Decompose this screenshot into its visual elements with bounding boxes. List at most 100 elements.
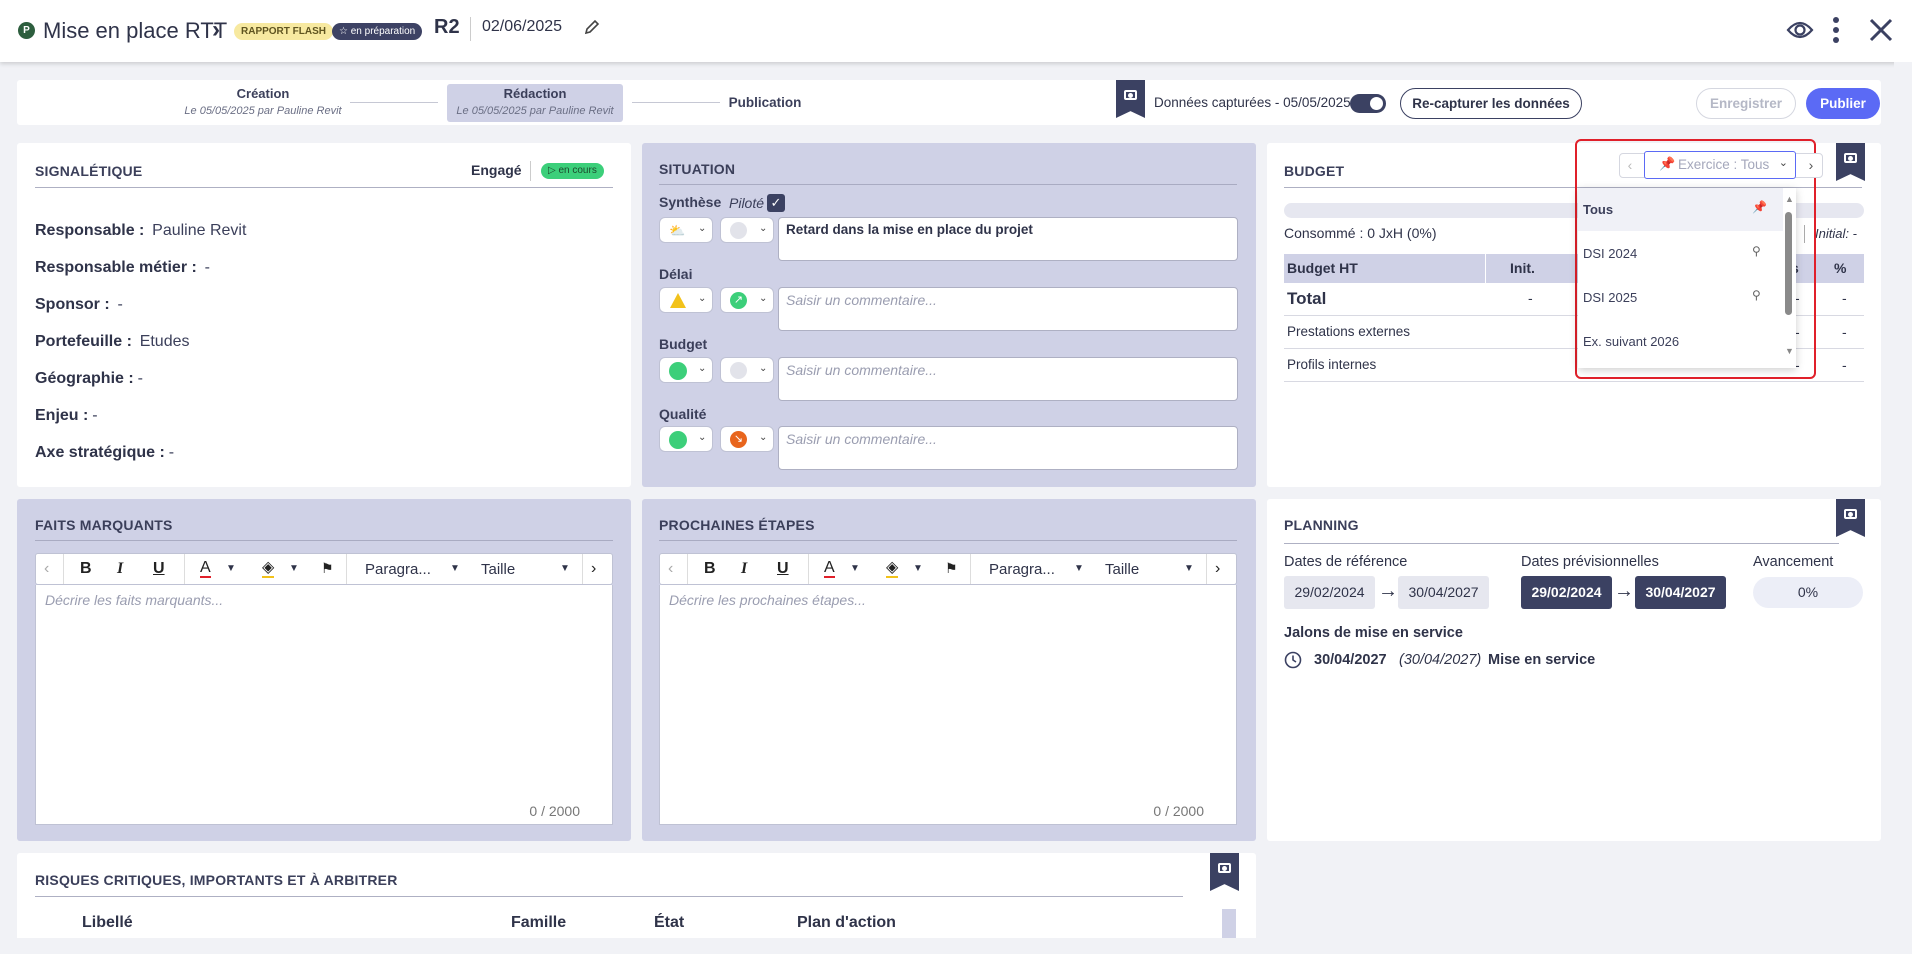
scroll-up-icon[interactable]: ▲ (1785, 194, 1794, 204)
ref-start-date: 29/02/2024 (1284, 576, 1375, 609)
divider (35, 187, 613, 188)
recapture-button[interactable]: Re-capturer les données (1400, 88, 1582, 119)
divider (470, 17, 471, 41)
dropdown-option-ex-suivant-2026[interactable]: Ex. suivant 2026 (1578, 319, 1783, 363)
caret-down-icon[interactable]: ▼ (226, 563, 236, 574)
dropdown-option-tous[interactable]: Tous 📌 (1578, 188, 1783, 231)
divider (346, 554, 347, 584)
close-icon[interactable] (1868, 17, 1894, 43)
delai-status-select[interactable]: ⌄ (659, 287, 713, 313)
caret-down-icon[interactable]: ▼ (913, 563, 923, 574)
italic-icon[interactable]: I (741, 560, 747, 578)
column-header: % (1834, 260, 1847, 276)
synthese-comment[interactable]: Retard dans la mise en place du projet (778, 217, 1238, 261)
step-subtitle: Le 05/05/2025 par Pauline Revit (184, 105, 342, 117)
caret-down-icon[interactable]: ▼ (1184, 563, 1194, 574)
caret-down-icon[interactable]: ▼ (1074, 563, 1084, 574)
edit-icon[interactable] (584, 19, 600, 35)
scroll-right-icon[interactable]: › (591, 560, 596, 578)
faits-editor[interactable]: Décrire les faits marquants... 0 / 2000 (35, 585, 613, 825)
pin-outline-icon[interactable]: ⚲ (1752, 288, 1761, 302)
column-header: Famille (511, 914, 567, 931)
pilote-label: Piloté (729, 195, 765, 211)
field-label: Enjeu : (35, 407, 89, 424)
jalon-label: Mise en service (1488, 652, 1596, 668)
pin-icon[interactable]: 📌 (1752, 200, 1767, 214)
text-color-icon[interactable]: A (824, 559, 835, 578)
scroll-left-icon[interactable]: ‹ (668, 560, 673, 578)
dropdown-option-dsi-2024[interactable]: DSI 2024 ⚲ (1578, 231, 1783, 275)
field-portefeuille: Portefeuille : Etudes (35, 323, 246, 360)
budget-comment[interactable]: Saisir un commentaire... (778, 357, 1238, 401)
highlight-color-icon[interactable]: ◈ (886, 559, 899, 578)
chevron-left-icon[interactable]: ‹ (1621, 155, 1639, 176)
pilote-checkbox[interactable]: ✓ (767, 194, 785, 212)
budget-status-select[interactable]: ⌄ (659, 357, 713, 383)
trend-empty-icon (730, 222, 747, 239)
field-axe-strategique: Axe stratégique : - (35, 434, 246, 471)
etapes-editor[interactable]: Décrire les prochaines étapes... 0 / 200… (659, 585, 1237, 825)
bold-icon[interactable]: B (704, 560, 716, 578)
highlight-color-icon[interactable]: ◈ (262, 559, 275, 578)
dropdown-scrollbar[interactable] (1785, 212, 1792, 315)
text-color-icon[interactable]: A (200, 559, 211, 578)
eye-icon[interactable] (1786, 19, 1814, 41)
step-label: Rédaction (503, 86, 567, 101)
scroll-left-icon[interactable]: ‹ (44, 560, 49, 578)
report-number: R2 (434, 16, 460, 38)
page-scroll-track[interactable] (1894, 62, 1912, 938)
caret-down-icon[interactable]: ▼ (560, 563, 570, 574)
weather-select[interactable]: ⛅ ⌄ (659, 217, 713, 243)
chevron-down-icon: ⌄ (759, 293, 768, 304)
dropdown-option-dsi-2025[interactable]: DSI 2025 ⚲ (1578, 275, 1783, 319)
paragraph-select[interactable]: Paragra... (989, 561, 1055, 578)
budget-label: Budget (659, 336, 708, 352)
row-label: Prestations externes (1287, 324, 1411, 339)
caret-down-icon[interactable]: ▼ (450, 563, 460, 574)
page-title: Mise en place RTT (43, 18, 228, 43)
initial-text: Initial: - (1815, 226, 1857, 241)
bold-icon[interactable]: B (80, 560, 92, 578)
pin-outline-icon[interactable]: ⚲ (1752, 244, 1761, 258)
qualite-comment[interactable]: Saisir un commentaire... (778, 426, 1238, 470)
field-value: - (92, 407, 98, 424)
delai-comment[interactable]: Saisir un commentaire... (778, 287, 1238, 331)
format-painter-icon[interactable]: ⚑ (945, 560, 958, 577)
comment-placeholder: Saisir un commentaire... (786, 292, 937, 308)
italic-icon[interactable]: I (117, 560, 123, 578)
chevron-down-icon: ⌄ (759, 223, 768, 234)
caret-down-icon[interactable]: ▼ (289, 563, 299, 574)
divider (35, 896, 1183, 897)
scroll-down-icon[interactable]: ▼ (1785, 346, 1794, 356)
publish-button[interactable]: Publier (1806, 88, 1880, 119)
arrow-right-icon: → (1378, 580, 1398, 602)
exercise-select[interactable]: 📌 Exercice : Tous ⌄ (1644, 151, 1796, 179)
partly-cloudy-icon: ⛅ (669, 223, 686, 238)
chevron-right-icon[interactable]: › (212, 16, 220, 44)
budget-trend-select[interactable]: ⌄ (720, 357, 774, 383)
synthese-text: Retard dans la mise en place du projet (786, 222, 1033, 237)
size-select[interactable]: Taille (481, 561, 515, 578)
paragraph-select[interactable]: Paragra... (365, 561, 431, 578)
divider (659, 184, 1237, 185)
delai-trend-select[interactable]: ↗ ⌄ (720, 287, 774, 313)
comment-placeholder: Saisir un commentaire... (786, 431, 937, 447)
capture-toggle[interactable] (1350, 94, 1386, 113)
caret-down-icon[interactable]: ▼ (850, 563, 860, 574)
qualite-status-select[interactable]: ⌄ (659, 426, 713, 452)
qualite-trend-select[interactable]: ↘ ⌄ (720, 426, 774, 452)
underline-icon[interactable]: U (777, 560, 789, 578)
save-button[interactable]: Enregistrer (1696, 88, 1796, 119)
section-title: BUDGET (1284, 163, 1345, 179)
underline-icon[interactable]: U (153, 560, 165, 578)
format-painter-icon[interactable]: ⚑ (321, 560, 334, 577)
scroll-right-icon[interactable]: › (1215, 560, 1220, 578)
prev-dates-label: Dates prévisionnelles (1521, 554, 1659, 570)
jalons-title: Jalons de mise en service (1284, 625, 1463, 641)
size-select[interactable]: Taille (1105, 561, 1139, 578)
comment-placeholder: Saisir un commentaire... (786, 362, 937, 378)
option-label: Tous (1583, 202, 1614, 217)
more-vertical-icon[interactable] (1832, 16, 1840, 44)
trend-select[interactable]: ⌄ (720, 217, 774, 243)
chevron-right-icon[interactable]: › (1802, 155, 1820, 176)
